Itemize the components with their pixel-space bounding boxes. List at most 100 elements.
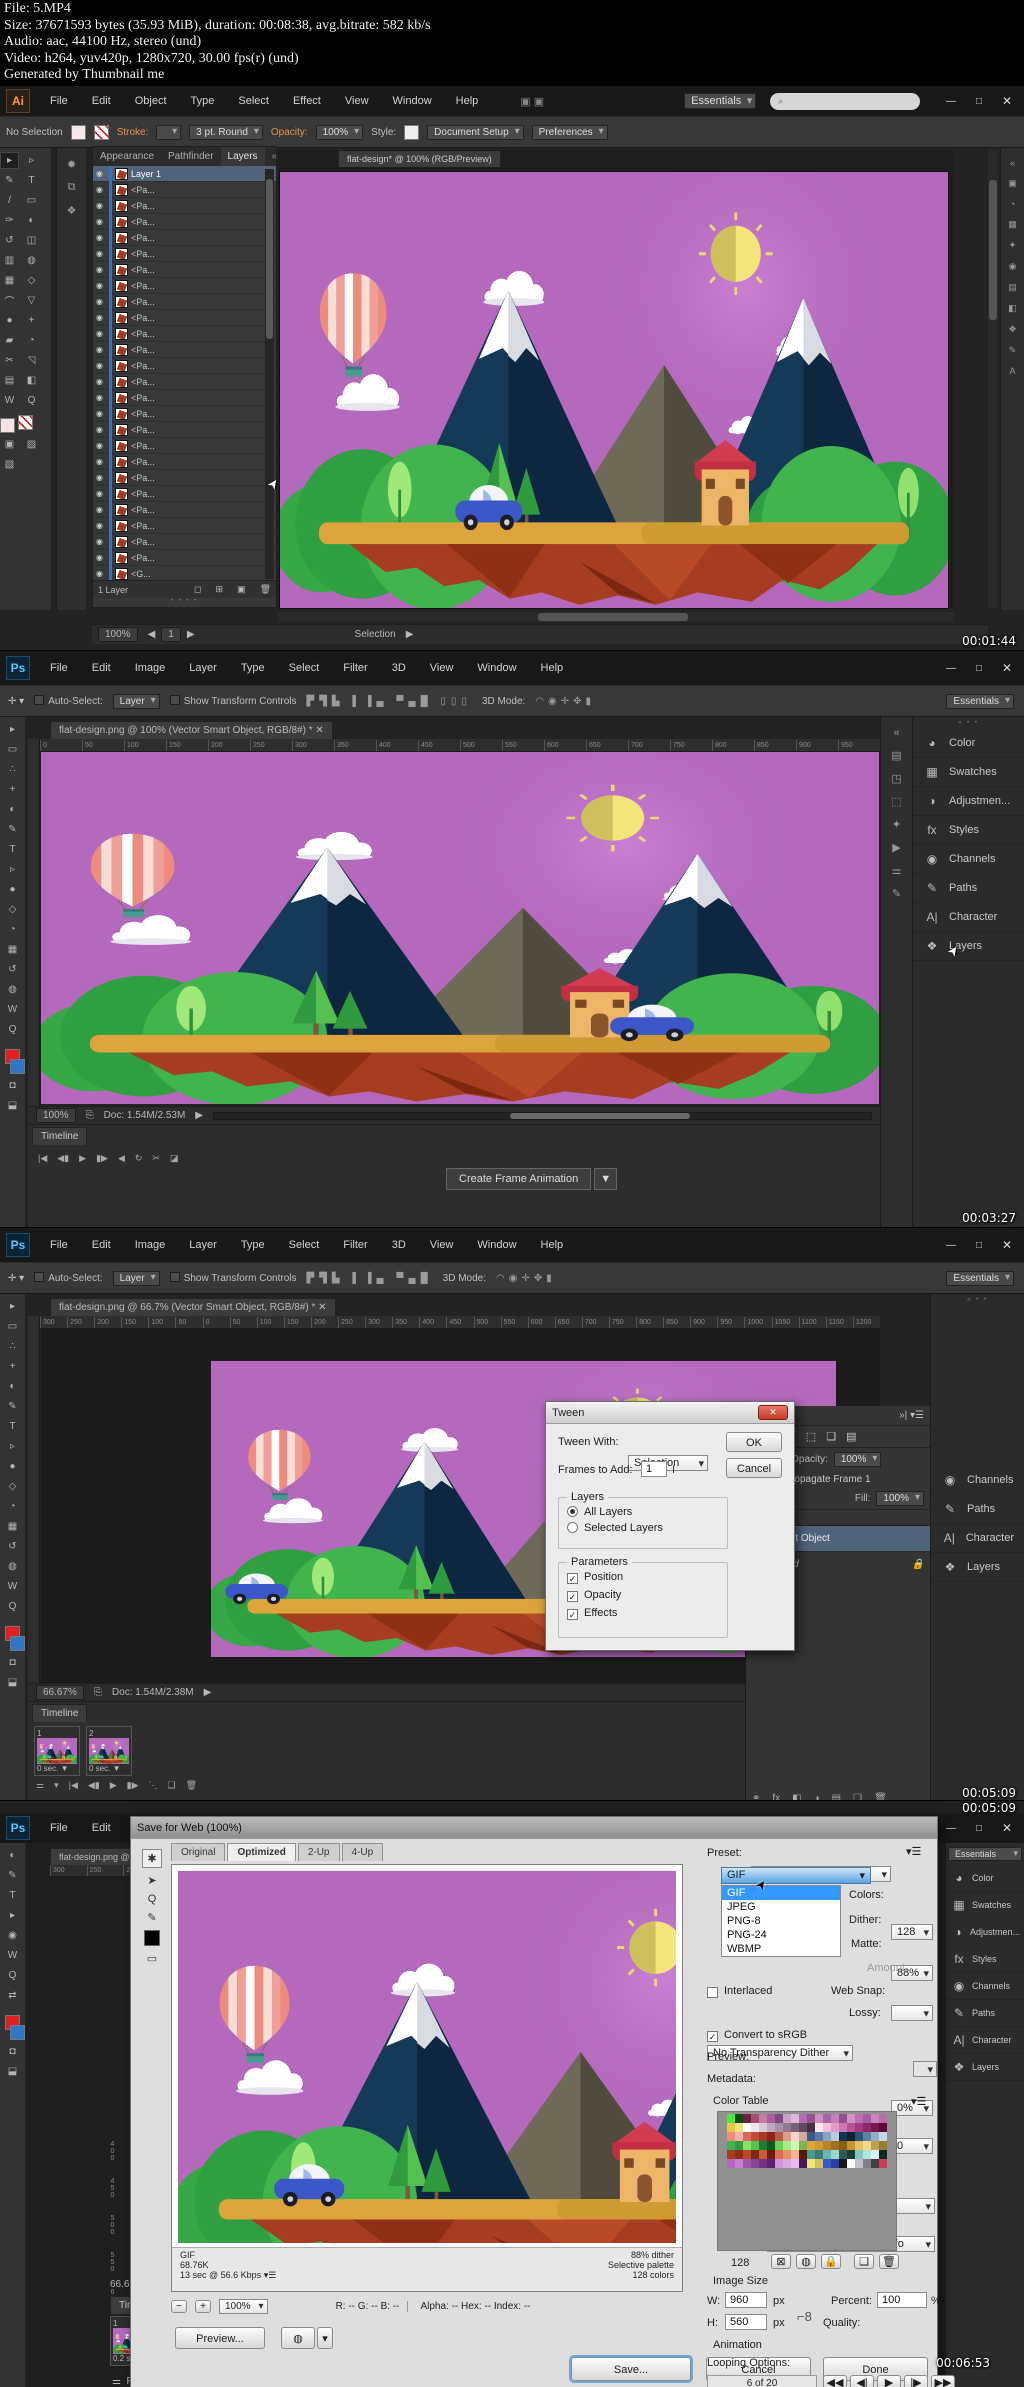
ps-menu-item[interactable]: Edit (80, 1813, 123, 1843)
layer-name[interactable]: <Pa... (131, 425, 155, 435)
visibility-eye-icon[interactable]: ◉ (96, 185, 106, 194)
color-swatch[interactable] (783, 2114, 791, 2123)
layer-row[interactable]: ◉ <Pa... ○ (93, 261, 276, 278)
lossy-value[interactable]: 0 (891, 2138, 933, 2154)
panel-menu-icon[interactable]: »| ▾☰ (899, 1410, 924, 1421)
color-swatch[interactable] (839, 2141, 847, 2150)
minimize-button[interactable]: — (938, 1236, 964, 1254)
layer-name[interactable]: <Pa... (131, 505, 155, 515)
color-swatch[interactable] (791, 2141, 799, 2150)
color-swatch[interactable] (735, 2159, 743, 2168)
show-transform-checkbox[interactable] (169, 1272, 180, 1282)
color-swatch[interactable] (799, 2150, 807, 2159)
color-swatch[interactable] (815, 2141, 823, 2150)
slice-visibility-icon[interactable]: ▭ (147, 1952, 157, 1965)
timeline-tab[interactable]: Timeline (32, 1127, 88, 1145)
color-swatch[interactable] (743, 2123, 751, 2132)
color-swatch[interactable] (863, 2123, 871, 2132)
color-swatch[interactable] (759, 2150, 767, 2159)
minimize-button[interactable]: — (938, 659, 964, 677)
layer-row[interactable]: ◉ <Pa... ○ (93, 389, 276, 406)
color-swatch[interactable] (791, 2150, 799, 2159)
tab-2up[interactable]: 2-Up (297, 1843, 340, 1861)
canvas-hscrollbar[interactable] (278, 612, 954, 622)
color-swatch[interactable] (727, 2141, 735, 2150)
color-swatch[interactable] (799, 2141, 807, 2150)
layer-row[interactable]: ◉ <Pa... ○ (93, 373, 276, 390)
color-swatch[interactable] (767, 2123, 775, 2132)
layer-name[interactable]: <Pa... (131, 185, 155, 195)
color-swatch[interactable] (863, 2132, 871, 2141)
layer-row[interactable]: ◉ <Pa... ○ (93, 213, 276, 230)
ps-menu-item[interactable]: Help (529, 653, 576, 683)
color-swatch[interactable] (783, 2150, 791, 2159)
animation-frame[interactable]: 2 (86, 1726, 132, 1776)
color-swatch[interactable] (863, 2114, 871, 2123)
visibility-eye-icon[interactable]: ◉ (96, 329, 106, 338)
ps-menu-item[interactable]: Window (465, 653, 528, 683)
layer-name[interactable]: <Pa... (131, 377, 155, 387)
layer-row[interactable]: ◉ <Pa... ○ (93, 181, 276, 198)
canvas-vscrollbar[interactable] (988, 150, 998, 608)
background-color-swatch[interactable] (10, 1636, 25, 1651)
sfw-preview-frame[interactable]: GIF 68.76K 13 sec @ 56.6 Kbps ▾☰ 88% dit… (171, 1864, 683, 2292)
color-swatch[interactable] (807, 2123, 815, 2132)
color-swatch[interactable] (823, 2150, 831, 2159)
ai-menu-item[interactable]: Window (381, 86, 444, 116)
ai-zoom-level[interactable]: 100% (98, 627, 138, 642)
zoom-level-dropdown[interactable]: 100% (219, 2299, 268, 2314)
layer-name[interactable]: <Pa... (131, 313, 155, 323)
ai-artboard-artwork[interactable] (280, 172, 948, 608)
format-option-png8[interactable]: PNG-8 (722, 1914, 840, 1928)
color-swatch[interactable] (879, 2123, 887, 2132)
style-swatch[interactable] (404, 124, 420, 140)
color-swatch[interactable] (767, 2114, 775, 2123)
color-swatch[interactable] (823, 2114, 831, 2123)
color-swatch[interactable] (839, 2150, 847, 2159)
color-swatch[interactable] (743, 2132, 751, 2141)
color-swatch[interactable] (871, 2114, 879, 2123)
dock-panel-button[interactable]: ◉ Channels (946, 1973, 1024, 2000)
color-swatch[interactable] (767, 2132, 775, 2141)
sfw-preview-artwork[interactable] (178, 1871, 676, 2243)
delete-layer-icon[interactable]: 🗑 (260, 584, 271, 595)
ps-menu-item[interactable]: Filter (331, 653, 379, 683)
color-swatch[interactable] (743, 2150, 751, 2159)
ai-right-dock[interactable]: «▣ ◔ ▦ ✦ ◉ ▤ ◧ ❖ ✎ A (1000, 148, 1024, 610)
color-swatch[interactable] (743, 2114, 751, 2123)
ai-stroke-color[interactable] (18, 415, 33, 430)
dock-panel-button[interactable]: ◉ Channels (931, 1466, 1024, 1495)
ps-menu-item[interactable]: Layer (177, 1230, 229, 1260)
layer-row[interactable]: ◉ <Pa... ○ (93, 325, 276, 342)
color-swatch[interactable] (775, 2114, 783, 2123)
tween-with-dropdown[interactable]: Selection (628, 1455, 708, 1471)
create-frame-animation-button[interactable]: Create Frame Animation (446, 1168, 592, 1190)
ps-menu-item[interactable]: Filter (331, 1230, 379, 1260)
ps-menu-item[interactable]: 3D (380, 1230, 418, 1260)
frame-delay[interactable]: 0 sec. ▼ (37, 1764, 77, 1773)
ps-menu-item[interactable]: File (38, 653, 80, 683)
color-swatch[interactable] (735, 2132, 743, 2141)
color-swatch[interactable] (791, 2159, 799, 2168)
layer-name[interactable]: <Pa... (131, 441, 155, 451)
mode-3d-icons[interactable]: ◠◉✛✥▮ (496, 1273, 556, 1284)
browser-preview-icon[interactable]: ◍ (281, 2327, 315, 2349)
color-swatch[interactable] (847, 2150, 855, 2159)
first-frame-button[interactable]: ◀◀ (823, 2375, 847, 2387)
play-button[interactable]: ▶ (877, 2375, 901, 2387)
color-swatch[interactable] (839, 2159, 847, 2168)
color-swatch[interactable] (759, 2114, 767, 2123)
dock-panel-button[interactable]: ▦ Swatches (913, 758, 1024, 787)
link-dimensions-icon[interactable]: ⌐8 (797, 2309, 812, 2324)
layer-name[interactable]: <Pa... (131, 233, 155, 243)
dock-panel-button[interactable]: ❖ Layers (931, 1553, 1024, 1582)
color-swatch[interactable] (879, 2150, 887, 2159)
interlaced-checkbox[interactable]: Interlaced (707, 1985, 772, 1998)
dock-panel-button[interactable]: ◑ Adjustmen... (913, 787, 1024, 816)
zoom-out-button[interactable]: − (171, 2300, 187, 2313)
close-button[interactable]: ✕ (994, 92, 1020, 110)
layer-row[interactable]: ◉ <Pa... ○ (93, 501, 276, 518)
workspace-switcher[interactable]: Essentials (948, 1847, 1022, 1861)
frame-nav-buttons[interactable]: ◀◀ ◀| ▶ |▶ ▶▶ (823, 2375, 955, 2387)
color-swatch[interactable] (791, 2114, 799, 2123)
